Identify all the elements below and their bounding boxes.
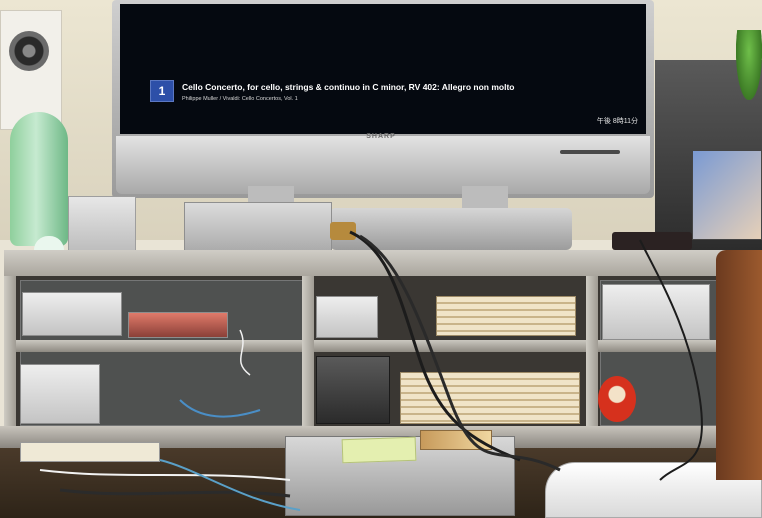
shelf-post-right	[586, 276, 598, 446]
shelf-post-center	[302, 276, 314, 446]
tv-indicator	[560, 150, 620, 154]
track-subtitle: Philippe Muller / Vivaldi: Cello Concert…	[182, 96, 298, 102]
shelf-device-stack	[602, 284, 710, 340]
audio-amplifier-top	[184, 202, 332, 254]
shelf-countertop	[4, 250, 762, 276]
speaker-cone-icon	[9, 31, 49, 71]
track-title: Cello Concerto, for cello, strings & con…	[182, 82, 515, 92]
track-number-badge: 1	[150, 80, 174, 102]
shelf-device-red	[128, 312, 228, 338]
steam-iron	[10, 112, 68, 276]
tv-brand-logo: SHARP	[366, 133, 396, 140]
tv-stand-post-right	[462, 186, 508, 210]
rca-connectors	[330, 222, 356, 240]
shelf-device-1	[22, 292, 122, 336]
shelf-device-2	[20, 364, 100, 424]
daruma-doll	[598, 376, 636, 422]
tv-stand-base	[330, 208, 572, 250]
shelf-books	[400, 372, 580, 424]
tv-screen	[120, 4, 646, 134]
shelf-papers	[436, 296, 576, 336]
plant	[736, 30, 762, 100]
small-silver-box	[68, 196, 136, 252]
shelf-middle-board	[4, 340, 762, 352]
shelf-post-left	[4, 276, 16, 446]
tv-bezel	[116, 136, 650, 194]
tv-clock: 午後 8時11分	[596, 118, 638, 125]
shelf-cassette-deck	[316, 356, 390, 424]
sticky-note	[341, 436, 417, 464]
cd-on-amp	[420, 430, 492, 450]
wooden-cello-stand	[716, 250, 762, 480]
power-strip	[20, 442, 160, 462]
remote-control	[612, 232, 692, 250]
cd-case	[692, 150, 762, 240]
shelf-device-preamp	[316, 296, 378, 338]
